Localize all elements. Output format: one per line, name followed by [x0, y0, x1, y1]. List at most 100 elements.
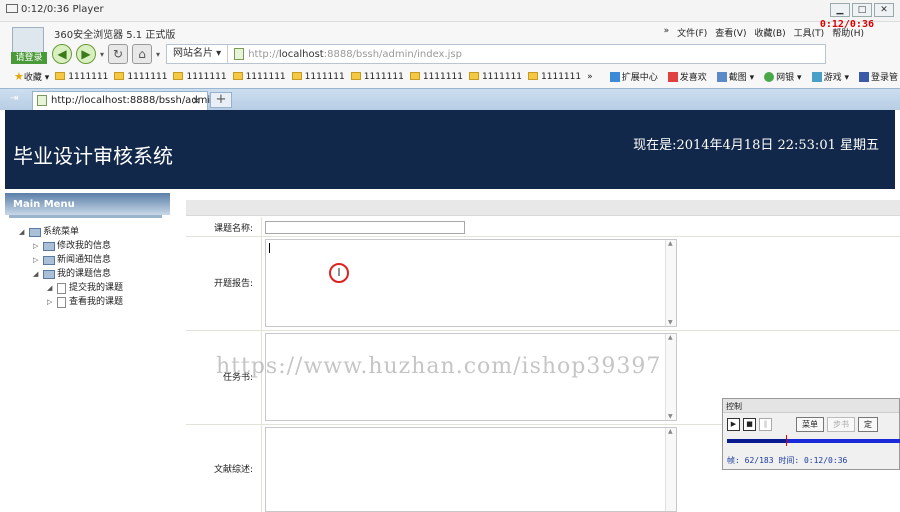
progress-marker[interactable] [785, 435, 787, 446]
favorite-item[interactable]: 1111111 [528, 71, 581, 82]
page-icon [37, 95, 47, 106]
avatar[interactable]: 请登录 [11, 27, 47, 64]
tree-node-submit-topic[interactable]: ◢ 提交我的课题 [19, 281, 123, 295]
history-dropdown-icon[interactable]: ▾ [100, 50, 104, 59]
scroll-down-icon[interactable]: ▼ [668, 319, 673, 326]
refresh-button[interactable]: ↻ [108, 44, 129, 64]
address-bar[interactable]: 网站名片 ▾ http://localhost:8888/bssh/admin/… [166, 44, 826, 64]
window-controls: ▁ □ ✕ [830, 3, 894, 17]
favorite-item[interactable]: 1111111 [468, 71, 523, 82]
tree-node-system-menu[interactable]: ◢ 系统菜单 [19, 225, 123, 239]
games-button[interactable]: 游戏 ▾ [811, 70, 849, 83]
favorite-item[interactable]: 1111111 [114, 71, 167, 82]
close-tab-icon[interactable]: × [192, 92, 201, 109]
menu-button[interactable]: 菜单 [796, 417, 824, 432]
back-button[interactable]: ◀ [52, 44, 72, 64]
field-label-container: 开题报告: [186, 237, 262, 330]
page-header: 毕业设计审核系统 现在是:2014年4月18日 22:53:01 星期五 [5, 110, 895, 189]
tree-node-view-topic[interactable]: ▷ 查看我的课题 [19, 295, 123, 309]
scroll-up-icon[interactable]: ▲ [668, 428, 673, 435]
favorite-item[interactable]: 1111111 [291, 71, 345, 82]
url-host: localhost [278, 48, 324, 60]
more-button[interactable]: 定 [858, 417, 878, 432]
extensions-label: 扩展中心 [621, 73, 658, 83]
proposal-scrollbar[interactable]: ▲ ▼ [665, 240, 676, 326]
site-names-button[interactable]: 网站名片 ▾ [167, 45, 229, 63]
maximize-button[interactable]: □ [852, 3, 872, 17]
favorites-button[interactable]: ★收藏 ▾ [14, 70, 49, 83]
page-icon [57, 282, 66, 294]
scissors-icon [716, 72, 727, 82]
tree-node-my-topics[interactable]: ◢ 我的课题信息 [19, 267, 123, 281]
favorite-label: 1111111 [481, 71, 523, 82]
screenshot-button[interactable]: 截图 ▾ [716, 70, 754, 83]
control-title: 控制 [723, 399, 899, 413]
favorite-item[interactable]: 1111111 [350, 71, 404, 82]
player-title-bar: 0:12/0:36 Player ▁ □ ✕ [0, 0, 900, 22]
bank-icon [764, 72, 775, 82]
topic-name-input[interactable] [265, 221, 465, 234]
favorite-item[interactable]: 1111111 [409, 71, 463, 82]
playback-control-panel: 控制 ▶ ■ ‖ 菜单 步书 定 帧: 62/183 时间: 0:12/0:36 [722, 398, 900, 470]
close-button[interactable]: ✕ [874, 3, 894, 17]
minimize-button[interactable]: ▁ [830, 3, 850, 17]
menu-view[interactable]: 查看(V) [715, 26, 746, 39]
favorite-item[interactable]: 1111111 [173, 71, 227, 82]
folder-icon [350, 71, 361, 80]
field-label-container: 课题名称: [186, 217, 262, 236]
text-caret [269, 243, 270, 253]
field-label-container: 文献综述: [186, 425, 262, 512]
forward-button[interactable]: ▶ [76, 44, 96, 64]
system-name: 毕业设计审核系统 [13, 144, 173, 168]
menu-more-icon[interactable]: » [664, 26, 670, 39]
review-textarea[interactable]: ▲ [265, 427, 677, 512]
favorite-label: 1111111 [422, 71, 463, 82]
home-dropdown-icon[interactable]: ▾ [156, 50, 160, 59]
favorites-more[interactable]: » [587, 72, 593, 82]
menu-favorites[interactable]: 收藏(B) [754, 26, 785, 39]
sidebar-toggle-icon[interactable]: ⇥ [10, 93, 18, 104]
collapsed-icon[interactable]: ▷ [47, 295, 57, 309]
expanded-icon[interactable]: ◢ [47, 281, 57, 295]
step-button[interactable]: 步书 [827, 417, 855, 432]
folder-icon [43, 241, 55, 251]
playback-progress-bar[interactable] [727, 435, 900, 446]
pause-button[interactable]: ‖ [759, 418, 772, 431]
stop-button[interactable]: ■ [743, 418, 756, 431]
login-button[interactable]: 请登录 [11, 52, 47, 64]
favorite-item[interactable]: 1111111 [232, 71, 286, 82]
review-scrollbar[interactable]: ▲ [665, 428, 676, 511]
tree-node-news[interactable]: ▷ 新闻通知信息 [19, 253, 123, 267]
scroll-up-icon[interactable]: ▲ [668, 240, 673, 247]
menu-file[interactable]: 文件(F) [677, 26, 707, 39]
task-scrollbar[interactable]: ▲ ▼ [665, 334, 676, 420]
collapsed-icon[interactable]: ▷ [33, 239, 43, 253]
like-button[interactable]: 发喜欢 [667, 70, 707, 83]
collapsed-icon[interactable]: ▷ [33, 253, 43, 267]
bank-button[interactable]: 网银 ▾ [764, 70, 802, 83]
menu-help[interactable]: 帮助(H) [832, 26, 864, 39]
home-button[interactable]: ⌂ [132, 44, 153, 64]
scroll-down-icon[interactable]: ▼ [668, 413, 673, 420]
favorite-label: 1111111 [186, 71, 227, 82]
proposal-textarea[interactable]: ▲ ▼ [265, 239, 677, 327]
favorite-item[interactable]: 1111111 [55, 71, 108, 82]
expanded-icon[interactable]: ◢ [33, 267, 43, 281]
tab-active[interactable]: http://localhost:8888/bssh/admi... × [32, 91, 220, 110]
tree-label: 我的课题信息 [57, 269, 112, 279]
games-icon [811, 72, 822, 82]
url-text[interactable]: http://localhost:8888/bssh/admin/index.j… [248, 49, 462, 60]
current-datetime: 现在是:2014年4月18日 22:53:01 星期五 [633, 138, 879, 153]
page-icon [57, 296, 66, 308]
folder-icon [29, 227, 41, 237]
login-manager-button[interactable]: 登录管 [858, 70, 898, 83]
expanded-icon[interactable]: ◢ [19, 225, 29, 239]
menu-tools[interactable]: 工具(T) [794, 26, 825, 39]
extensions-button[interactable]: 扩展中心 [609, 70, 658, 83]
scroll-up-icon[interactable]: ▲ [668, 334, 673, 341]
browser-menu: » 文件(F) 查看(V) 收藏(B) 工具(T) 帮助(H) [664, 26, 864, 39]
player-title-text: 0:12/0:36 Player [21, 4, 104, 15]
play-button[interactable]: ▶ [727, 418, 740, 431]
new-tab-button[interactable]: + [210, 92, 232, 108]
tree-node-edit-info[interactable]: ▷ 修改我的信息 [19, 239, 123, 253]
